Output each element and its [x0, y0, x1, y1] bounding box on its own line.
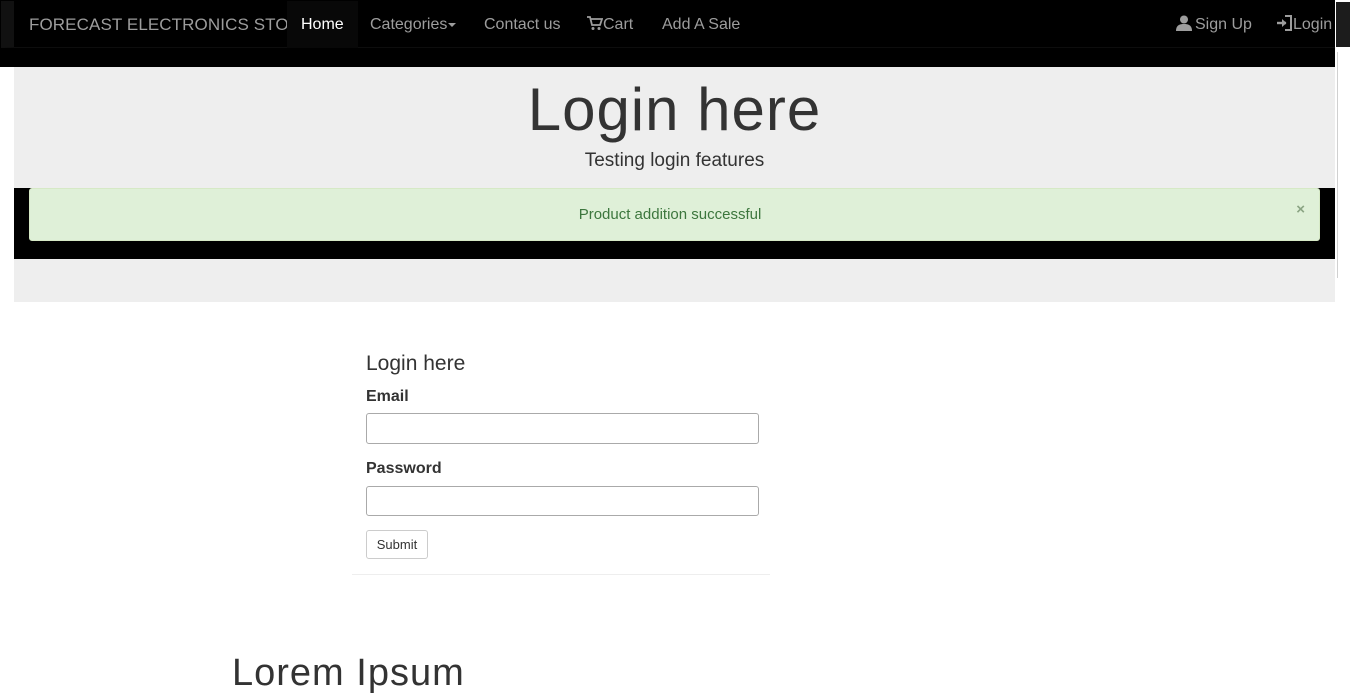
password-field[interactable] — [366, 486, 759, 516]
nav-signup-label: Sign Up — [1195, 16, 1252, 33]
scrollbar-track-line — [1337, 52, 1338, 278]
nav-add-sale[interactable]: Add A Sale — [662, 1, 740, 48]
navbar-inner: FORECAST ELECTRONICS STORE Home Categori… — [1, 1, 1346, 48]
submit-button[interactable]: Submit — [366, 530, 428, 559]
log-in-icon — [1277, 15, 1292, 31]
scrollbar-thumb[interactable] — [1336, 2, 1350, 47]
alert-band: Product addition successful × — [14, 188, 1335, 259]
password-label: Password — [366, 460, 442, 477]
nav-cart[interactable]: Cart — [587, 1, 633, 48]
email-field[interactable] — [366, 413, 759, 444]
cart-icon — [587, 16, 604, 30]
caret-down-icon — [448, 22, 457, 27]
brand-link[interactable]: FORECAST ELECTRONICS STORE — [29, 15, 312, 35]
section-heading: Lorem Ipsum — [232, 652, 465, 694]
user-icon — [1176, 15, 1192, 31]
scrollbar[interactable] — [1335, 0, 1352, 671]
success-alert: Product addition successful × — [29, 188, 1320, 241]
nav-categories-label: Categories — [370, 16, 448, 33]
alert-message: Product addition successful — [578, 206, 762, 223]
nav-cart-label: Cart — [603, 16, 634, 33]
login-form: Login here Email Password Submit — [352, 340, 770, 575]
login-form-heading: Login here — [366, 352, 466, 375]
nav-login[interactable]: Login — [1276, 1, 1332, 48]
page-title: Login here — [527, 76, 822, 143]
nav-home[interactable]: Home — [287, 1, 358, 48]
email-label: Email — [366, 388, 409, 405]
nav-contact[interactable]: Contact us — [484, 1, 560, 48]
nav-login-label: Login — [1293, 16, 1333, 33]
navbar: FORECAST ELECTRONICS STORE Home Categori… — [0, 0, 1352, 67]
nav-categories[interactable]: Categories — [370, 1, 457, 48]
jumbotron: Login here Testing login features Produc… — [14, 67, 1335, 302]
close-icon[interactable]: × — [1296, 201, 1305, 218]
nav-signup[interactable]: Sign Up — [1176, 1, 1252, 48]
page-subtitle: Testing login features — [584, 150, 765, 171]
